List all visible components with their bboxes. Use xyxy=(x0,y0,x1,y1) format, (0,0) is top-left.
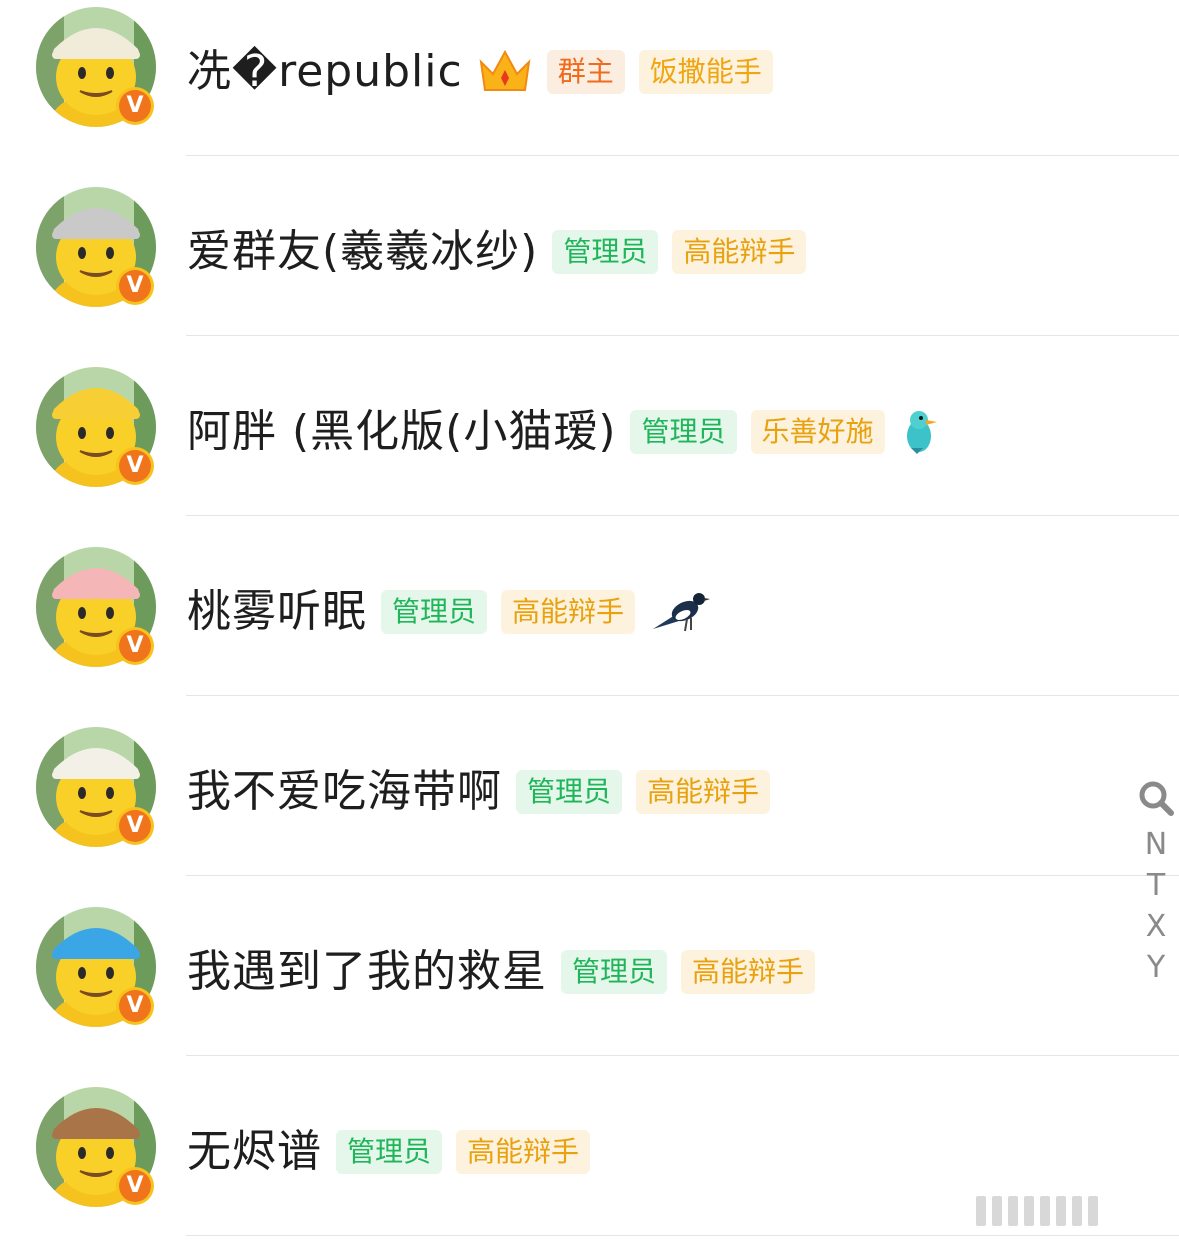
member-row[interactable]: V 爱群友(羲羲冰纱) 管理员 高能辩手 xyxy=(0,180,1179,360)
member-row[interactable]: V 我不爱吃海带啊 管理员 高能辩手 xyxy=(0,720,1179,900)
crown-icon xyxy=(479,49,531,91)
member-tag-yellow: 饭撒能手 xyxy=(638,50,773,94)
index-letter-t[interactable]: T xyxy=(1147,865,1165,906)
member-name[interactable]: 爱群友(羲羲冰纱) xyxy=(187,224,538,280)
member-tag-green: 管理员 xyxy=(630,410,737,454)
v-badge-letter: V xyxy=(119,810,151,842)
member-info: 爱群友(羲羲冰纱) 管理员 高能辩手 xyxy=(187,224,807,280)
v-verified-badge: V xyxy=(116,1167,154,1205)
v-verified-badge: V xyxy=(116,807,154,845)
v-badge-letter: V xyxy=(119,630,151,662)
watermark-bar xyxy=(1040,1196,1050,1226)
member-tag-green: 管理员 xyxy=(561,950,668,994)
member-name[interactable]: 冼�republic xyxy=(187,44,463,100)
member-info: 我遇到了我的救星 管理员 高能辩手 xyxy=(187,944,816,1000)
index-letter-x[interactable]: X xyxy=(1146,906,1167,947)
watermark-bar xyxy=(976,1196,986,1226)
alphabet-index-bar[interactable]: NTXY xyxy=(1132,778,1179,988)
member-name[interactable]: 我不爱吃海带啊 xyxy=(187,764,502,820)
member-tag-gold: 高能辩手 xyxy=(636,770,771,814)
watermark-bar xyxy=(1008,1196,1018,1226)
member-name[interactable]: 无烬谱 xyxy=(187,1124,322,1180)
member-avatar[interactable]: V xyxy=(36,7,156,127)
member-tag-green: 管理员 xyxy=(552,230,659,274)
v-verified-badge: V xyxy=(116,627,154,665)
row-divider xyxy=(186,1235,1179,1236)
member-avatar[interactable]: V xyxy=(36,727,156,847)
member-info: 无烬谱 管理员 高能辩手 xyxy=(187,1124,591,1180)
v-badge-letter: V xyxy=(119,90,151,122)
row-divider xyxy=(186,335,1179,336)
row-divider xyxy=(186,875,1179,876)
watermark-bar xyxy=(1024,1196,1034,1226)
v-badge-letter: V xyxy=(119,450,151,482)
member-avatar[interactable]: V xyxy=(36,907,156,1027)
index-letter-n[interactable]: N xyxy=(1145,824,1167,865)
member-row[interactable]: V 阿胖 (黑化版(小猫瑷) 管理员 乐善好施 xyxy=(0,360,1179,540)
member-info: 阿胖 (黑化版(小猫瑷) 管理员 乐善好施 xyxy=(187,404,939,460)
member-info: 桃雾听眠 管理员 高能辩手 xyxy=(187,584,711,640)
member-tag-gold: 高能辩手 xyxy=(456,1130,591,1174)
watermark xyxy=(976,1196,1098,1226)
member-avatar[interactable]: V xyxy=(36,547,156,667)
member-avatar[interactable]: V xyxy=(36,187,156,307)
member-avatar[interactable]: V xyxy=(36,367,156,487)
member-tag-orange: 群主 xyxy=(546,50,625,94)
watermark-bar xyxy=(992,1196,1002,1226)
magpie-icon xyxy=(653,593,711,632)
watermark-bar xyxy=(1056,1196,1066,1226)
member-tag-green: 管理员 xyxy=(381,590,488,634)
watermark-bar xyxy=(1088,1196,1098,1226)
member-tag-gold: 乐善好施 xyxy=(750,410,885,454)
member-avatar[interactable]: V xyxy=(36,1087,156,1207)
teal-bird-icon xyxy=(906,411,937,454)
index-letter-y[interactable]: Y xyxy=(1147,947,1165,988)
member-row[interactable]: V 冼�republic 群主 饭撒能手 xyxy=(0,0,1179,180)
row-divider xyxy=(186,695,1179,696)
member-tag-gold: 高能辩手 xyxy=(501,590,636,634)
row-divider xyxy=(186,1055,1179,1056)
v-badge-letter: V xyxy=(119,1170,151,1202)
member-row[interactable]: V 桃雾听眠 管理员 高能辩手 xyxy=(0,540,1179,720)
search-icon[interactable] xyxy=(1136,778,1176,818)
member-tag-gold: 高能辩手 xyxy=(672,230,807,274)
member-name[interactable]: 阿胖 (黑化版(小猫瑷) xyxy=(187,404,616,460)
member-row[interactable]: V 无烬谱 管理员 高能辩手 xyxy=(0,1080,1179,1260)
v-badge-letter: V xyxy=(119,990,151,1022)
member-name[interactable]: 桃雾听眠 xyxy=(187,584,367,640)
member-tag-gold: 高能辩手 xyxy=(681,950,816,994)
v-verified-badge: V xyxy=(116,267,154,305)
member-list: V 冼�republic 群主 饭撒能手 V 爱群友(羲羲冰纱) 管理员 高能辩手 V 阿胖 (黑… xyxy=(0,0,1179,1260)
row-divider xyxy=(186,155,1179,156)
member-row[interactable]: V 我遇到了我的救星 管理员 高能辩手 xyxy=(0,900,1179,1080)
watermark-bar xyxy=(1072,1196,1082,1226)
row-divider xyxy=(186,515,1179,516)
v-verified-badge: V xyxy=(116,987,154,1025)
member-name[interactable]: 我遇到了我的救星 xyxy=(187,944,547,1000)
member-info: 我不爱吃海带啊 管理员 高能辩手 xyxy=(187,764,771,820)
member-info: 冼�republic 群主 饭撒能手 xyxy=(187,44,773,100)
member-tag-green: 管理员 xyxy=(516,770,623,814)
member-tag-green: 管理员 xyxy=(336,1130,443,1174)
v-verified-badge: V xyxy=(116,447,154,485)
v-verified-badge: V xyxy=(116,87,154,125)
v-badge-letter: V xyxy=(119,270,151,302)
